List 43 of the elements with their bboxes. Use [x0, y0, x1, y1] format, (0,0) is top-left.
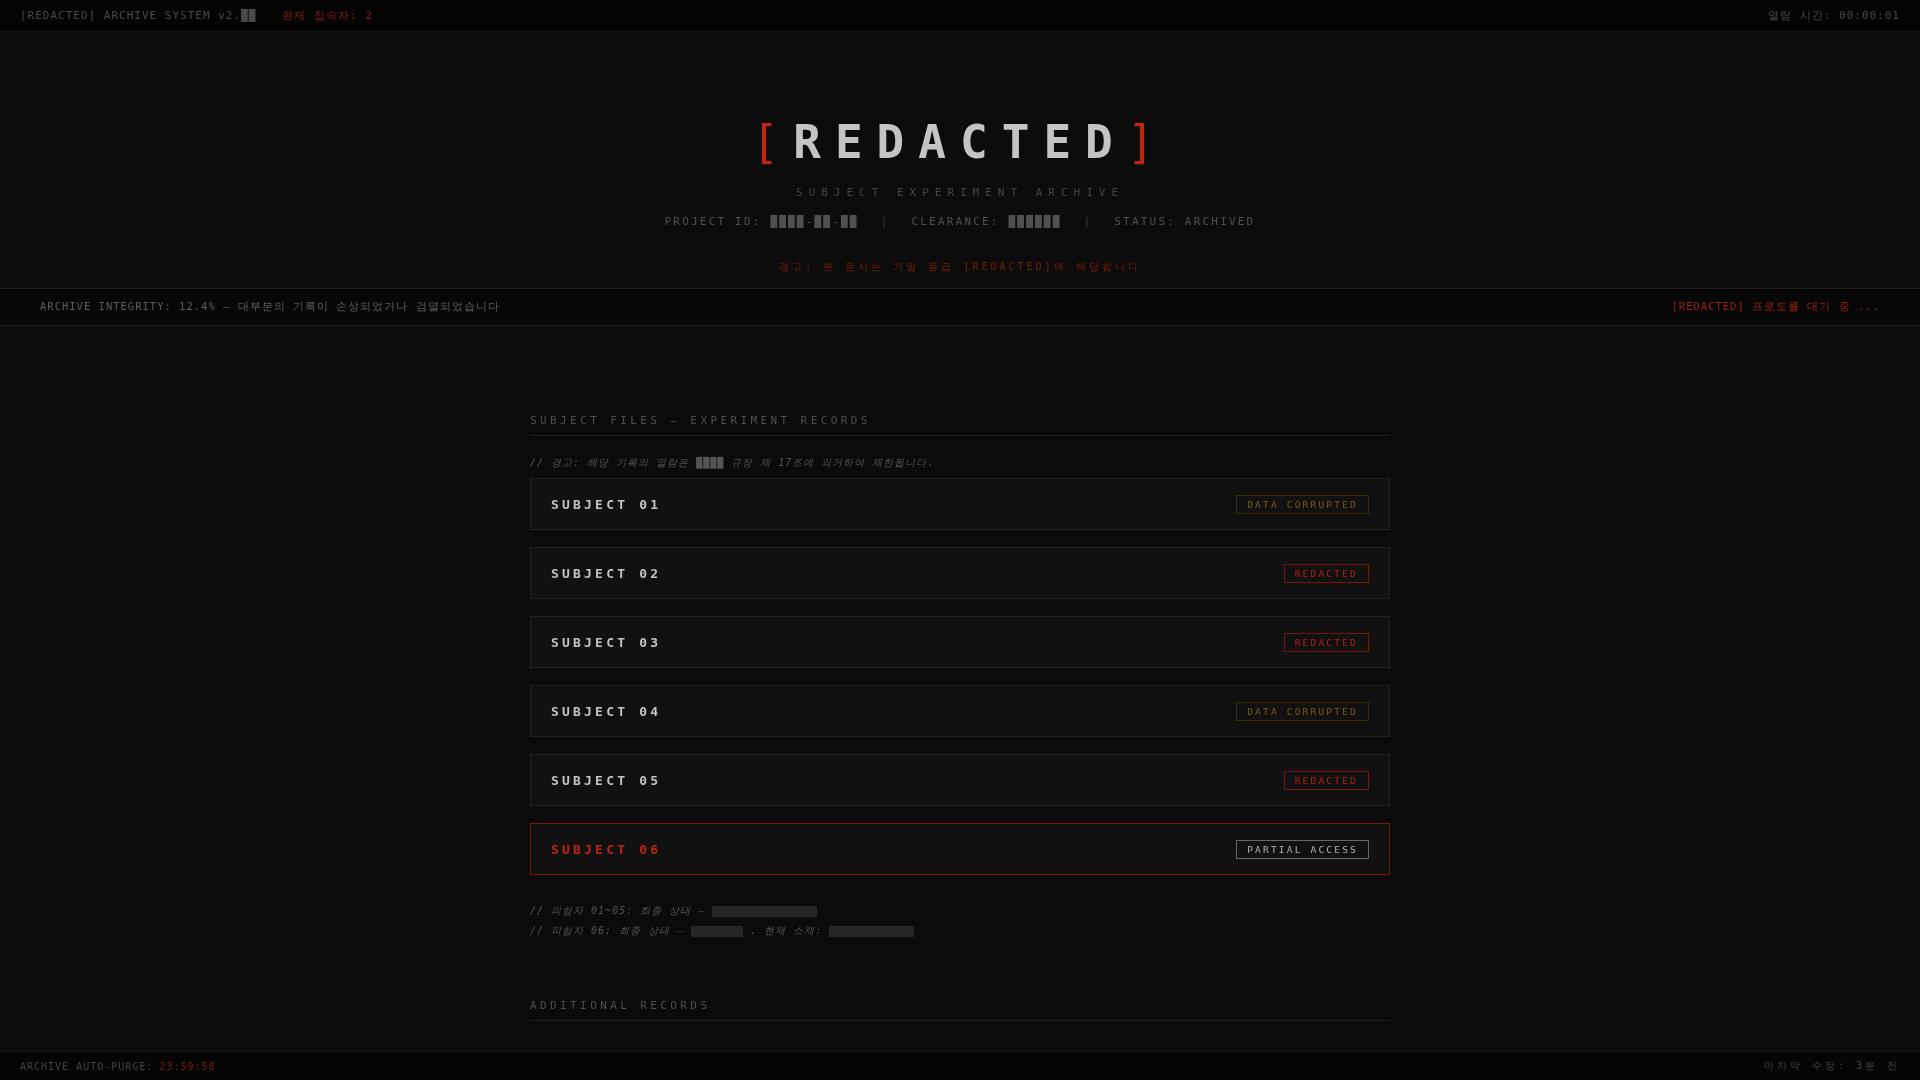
meta-field: PROJECT ID: ████-██-██ — [664, 215, 859, 228]
meta-field: CLEARANCE: ██████ — [911, 215, 1062, 228]
access-notice: // 경고: 해당 기록의 열람은 ████ 규정 제 17조에 의거하여 제한됩니다. — [530, 456, 936, 470]
page-title: REDACTED — [793, 114, 1127, 170]
integrity-status: ARCHIVE INTEGRITY: 12.4% — 대부분의 기록이 손상되었거나 검열되었습니다 — [40, 300, 500, 314]
users-online: 현재 접속자: 2 — [282, 8, 373, 23]
subject-name: SUBJECT 06 — [551, 841, 662, 857]
subject-name: SUBJECT 02 — [551, 565, 662, 581]
page-subtitle: SUBJECT EXPERIMENT ARCHIVE — [795, 186, 1125, 199]
subject-row[interactable]: SUBJECT 05 REDACTED — [530, 754, 1390, 806]
system-name: [REDACTED] ARCHIVE SYSTEM v2.██ — [20, 9, 257, 22]
subject-name: SUBJECT 05 — [551, 772, 662, 788]
status-tag: REDACTED — [1283, 632, 1369, 652]
status-tag: REDACTED — [1283, 770, 1369, 790]
meta-separator: | — [1083, 215, 1093, 228]
status-tag: DATA CORRUPTED — [1236, 701, 1369, 721]
meta-separator: | — [880, 215, 890, 228]
status-tag: PARTIAL ACCESS — [1236, 839, 1369, 859]
purge-time: 23:59:58 — [159, 1060, 216, 1072]
note-text: // 피험자 06: 최종 상태 — — [530, 924, 685, 938]
protocol-status: [REDACTED] 프로토콜 대기 중 ... — [1671, 300, 1880, 314]
subject-row[interactable]: SUBJECT 02 REDACTED — [530, 547, 1390, 599]
subject-row[interactable]: SUBJECT 03 REDACTED — [530, 616, 1390, 668]
subject-row[interactable]: SUBJECT 01 DATA CORRUPTED — [530, 478, 1390, 530]
status-tag: DATA CORRUPTED — [1236, 494, 1369, 514]
classified-warning: 경고: 본 문서는 기밀 등급 [REDACTED]에 해당합니다 — [779, 260, 1141, 274]
subject-name: SUBJECT 03 — [551, 634, 662, 650]
section-heading: SUBJECT FILES — EXPERIMENT RECORDS — [530, 414, 1390, 436]
subject-name: SUBJECT 04 — [551, 703, 662, 719]
purge-label: ARCHIVE AUTO-PURGE: — [20, 1060, 154, 1072]
subject-row[interactable]: SUBJECT 06 PARTIAL ACCESS — [530, 823, 1390, 875]
subject-name: SUBJECT 01 — [551, 496, 662, 512]
title-bracket: [ — [751, 114, 794, 170]
meta-field: STATUS: ARCHIVED — [1114, 215, 1256, 228]
last-modified: 마지막 수정: 3분 전 — [1763, 1059, 1900, 1073]
redaction-bar — [691, 925, 744, 937]
note-text: . 현재 소재: — [750, 924, 823, 938]
section-heading: ADDITIONAL RECORDS — [530, 999, 1390, 1021]
subject-row[interactable]: SUBJECT 04 DATA CORRUPTED — [530, 685, 1390, 737]
note-text: // 피험자 01~05: 최종 상태 — — [530, 904, 706, 918]
title-bracket: ] — [1126, 114, 1169, 170]
view-time: 열람 시간: 00:00:01 — [1768, 8, 1900, 23]
status-tag: REDACTED — [1283, 563, 1369, 583]
